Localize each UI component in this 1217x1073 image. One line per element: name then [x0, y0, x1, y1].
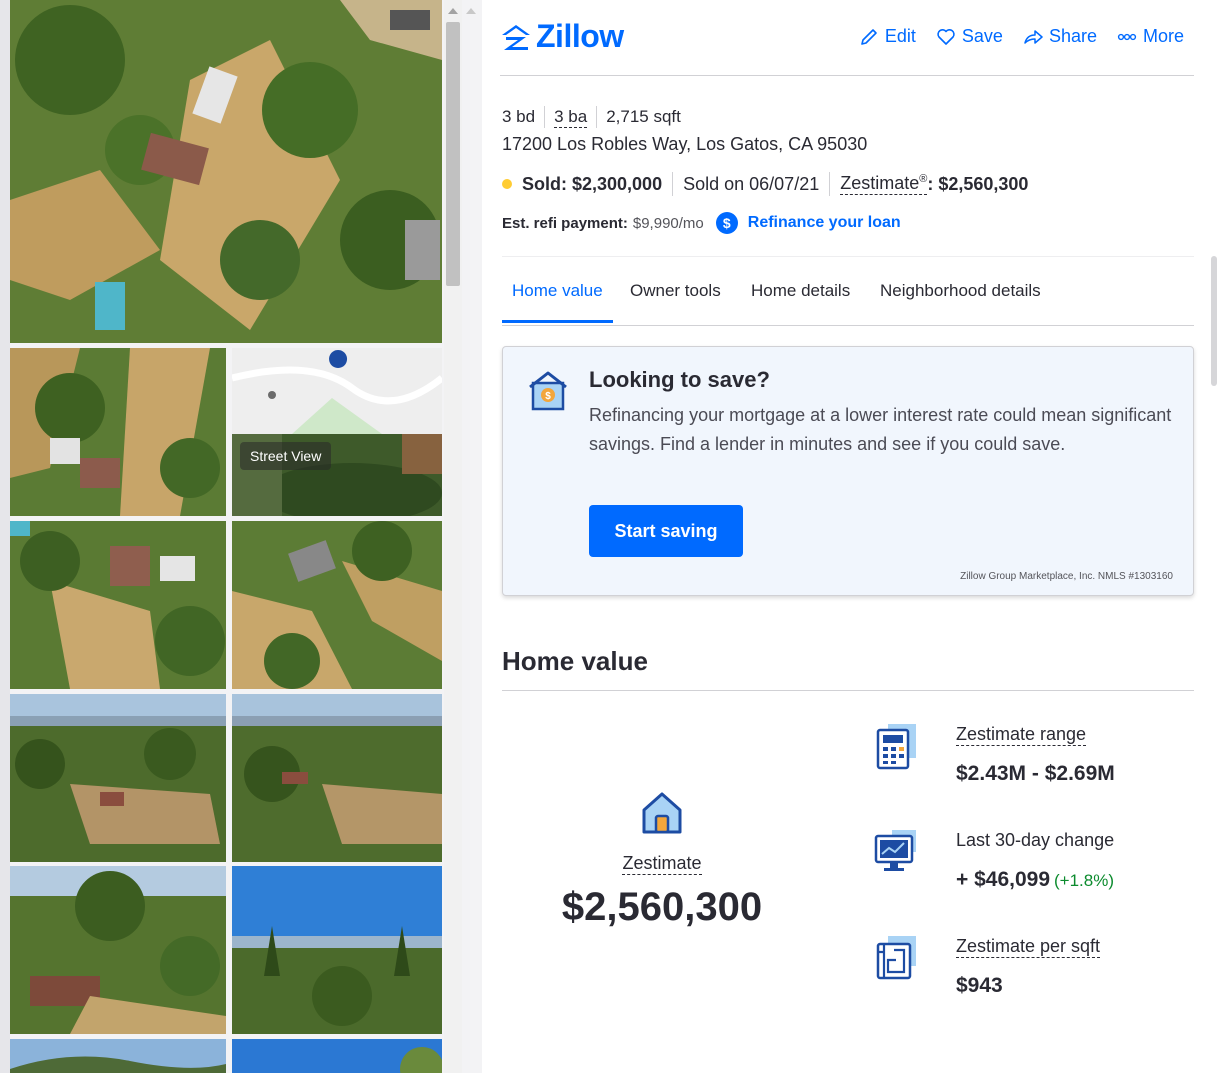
edit-label: Edit: [884, 26, 916, 46]
zestimate-main-label[interactable]: Zestimate: [622, 853, 702, 875]
share-label: Share: [1048, 26, 1097, 46]
photo-aerial-1[interactable]: [10, 348, 226, 516]
photo-gallery[interactable]: Street View: [0, 0, 482, 1073]
dollar-icon: $: [715, 212, 738, 234]
square-footage: 2,715 sqft: [606, 107, 681, 126]
street-view-label[interactable]: Street View: [240, 442, 332, 470]
photo-aerial-3[interactable]: [232, 521, 442, 689]
refi-row: Est. refi payment: $9,990/mo $ Refinance…: [502, 212, 901, 234]
panel-scroll-thumb[interactable]: [1211, 256, 1217, 386]
tab-owner-tools[interactable]: Owner tools: [630, 281, 721, 321]
photo-hero[interactable]: [10, 0, 442, 343]
refi-label: Est. refi payment:: [502, 214, 628, 232]
change-amount: + $46,099: [956, 868, 1051, 891]
divider: [829, 172, 831, 196]
tab-home-value[interactable]: Home value: [502, 281, 613, 323]
pencil-icon: [861, 28, 877, 45]
zestimate-inline-value: : $2,560,300: [927, 173, 1029, 194]
sale-summary: Sold: $2,300,000 Sold on 06/07/21 Zestim…: [502, 172, 1028, 196]
share-button[interactable]: Share: [1023, 26, 1097, 47]
photo-aerial-5[interactable]: [232, 694, 442, 862]
divider: [596, 106, 598, 128]
refinance-promo-card: $ Looking to save? Refinancing your mort…: [502, 346, 1194, 596]
header-actions: Edit Save Share More: [859, 26, 1184, 47]
start-saving-button[interactable]: Start saving: [589, 505, 743, 557]
zestimate-per-sqft-label[interactable]: Zestimate per sqft: [956, 936, 1101, 958]
tab-home-details[interactable]: Home details: [751, 281, 850, 321]
beds-count: 3 bd: [502, 107, 536, 126]
zillow-logo-icon: [502, 24, 530, 50]
refi-payment: $9,990/mo: [632, 214, 704, 232]
gallery-scroll-thumb[interactable]: [446, 22, 460, 286]
promo-title: Looking to save?: [589, 367, 770, 392]
more-label: More: [1142, 26, 1184, 46]
more-dots-icon: [1117, 33, 1137, 40]
photo-map-streetview[interactable]: [232, 348, 442, 516]
home-value-heading: Home value: [502, 646, 648, 676]
photo-aerial-6[interactable]: [10, 866, 226, 1034]
save-button[interactable]: Save: [936, 26, 1003, 47]
zillow-logo-text: Zillow: [536, 18, 624, 54]
registered-mark: ®: [919, 173, 928, 185]
home-facts: 3 bd 3 ba 2,715 sqft: [502, 106, 681, 128]
last-30-day-change-value: + $46,099 (+1.8%): [956, 868, 1114, 892]
promo-body: Refinancing your mortgage at a lower int…: [589, 405, 1172, 454]
photo-aerial-8[interactable]: [10, 1039, 226, 1073]
baths-count[interactable]: 3 ba: [554, 107, 588, 128]
more-button[interactable]: More: [1117, 26, 1184, 47]
photo-aerial-7[interactable]: [232, 866, 442, 1034]
zestimate-label: Zestimate: [840, 173, 920, 193]
edit-button[interactable]: Edit: [859, 26, 916, 47]
tab-neighborhood-details[interactable]: Neighborhood details: [880, 281, 1041, 321]
divider: [502, 690, 1194, 691]
promo-legal: Zillow Group Marketplace, Inc. NMLS #130…: [960, 571, 1173, 582]
house-icon: [642, 792, 682, 834]
house-dollar-icon: $: [529, 371, 567, 411]
sold-price: Sold: $2,300,000: [522, 173, 663, 194]
property-address: 17200 Los Robles Way, Los Gatos, CA 9503…: [502, 134, 868, 154]
photo-aerial-9[interactable]: [232, 1039, 442, 1073]
heart-icon: [937, 28, 955, 45]
zestimate-tooltip-link[interactable]: Zestimate®: [840, 173, 928, 195]
photo-aerial-4[interactable]: [10, 694, 226, 862]
gallery-edge: [0, 0, 10, 1073]
save-label: Save: [961, 26, 1003, 46]
zestimate-summary: Zestimate $2,560,300: [542, 788, 782, 930]
refinance-link[interactable]: Refinance your loan: [748, 214, 901, 232]
sold-date: Sold on 06/07/21: [683, 173, 820, 194]
monitor-chart-icon: [874, 830, 916, 871]
floorplan-icon: [876, 936, 916, 980]
zestimate-range-label[interactable]: Zestimate range: [956, 724, 1087, 746]
last-30-day-change-label: Last 30-day change: [956, 830, 1115, 850]
divider: [672, 172, 674, 196]
status-dot: [502, 179, 512, 189]
photo-aerial-2[interactable]: [10, 521, 226, 689]
details-panel: Zillow Edit Save Share More 3 bd 3 ba 2,…: [482, 0, 1217, 1073]
zillow-logo[interactable]: Zillow: [500, 18, 624, 55]
panel-header: Zillow Edit Save Share More: [500, 0, 1194, 76]
calculator-icon: [876, 724, 916, 770]
gallery-scroll-up-arrow-secondary[interactable]: [466, 8, 476, 14]
share-arrow-icon: [1024, 29, 1043, 44]
zestimate-per-sqft-value: $943: [956, 974, 1003, 997]
zestimate-range-value: $2.43M - $2.69M: [956, 762, 1115, 785]
change-percent: (+1.8%): [1054, 871, 1115, 890]
zestimate-main-value: $2,560,300: [561, 885, 763, 929]
divider: [544, 106, 546, 128]
svg-text:$: $: [545, 391, 551, 402]
section-tabs: Home value Owner tools Home details Neig…: [502, 256, 1194, 326]
gallery-scroll-up-arrow[interactable]: [448, 8, 458, 14]
